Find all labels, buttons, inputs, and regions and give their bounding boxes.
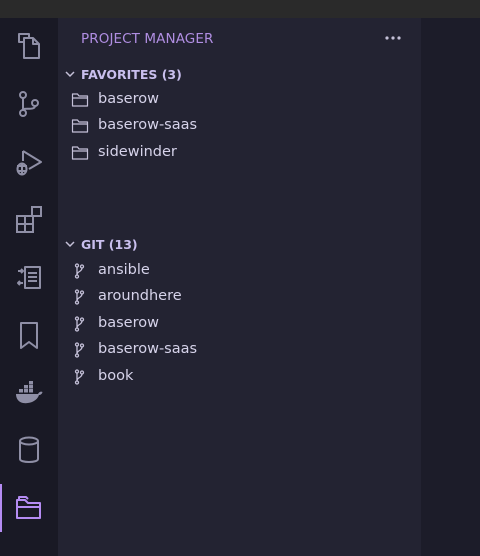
list-item-label: baserow <box>98 315 159 331</box>
run-debug-icon[interactable] <box>0 138 58 186</box>
title-bar <box>0 0 480 18</box>
activity-bar <box>0 18 58 556</box>
chevron-down-icon <box>65 241 75 248</box>
list-item[interactable]: baserow <box>58 87 421 113</box>
list-item-label: ansible <box>98 262 150 278</box>
list-item[interactable]: baserow <box>58 311 421 337</box>
section-favorites-header[interactable]: FAVORITES (3) <box>58 63 421 85</box>
bookmarks-icon[interactable] <box>0 311 58 359</box>
list-item[interactable]: baserow-saas <box>58 113 421 139</box>
sidebar-title: PROJECT MANAGER <box>81 31 214 47</box>
extensions-icon[interactable] <box>0 195 58 243</box>
list-item-label: baserow <box>98 91 159 107</box>
git-branch-icon <box>74 289 85 305</box>
list-item-label: baserow-saas <box>98 341 198 357</box>
list-item[interactable]: baserow-saas <box>58 337 421 363</box>
editor-area <box>421 18 480 556</box>
section-git-header[interactable]: GIT (13) <box>58 233 421 255</box>
chevron-down-icon <box>65 71 75 78</box>
list-item-label: aroundhere <box>98 288 182 304</box>
section-git-label: GIT (13) <box>81 236 138 252</box>
folder-icon <box>71 119 89 133</box>
folder-icon <box>71 146 89 160</box>
ellipsis-icon[interactable] <box>382 27 404 49</box>
list-item[interactable]: sidewinder <box>58 140 421 166</box>
project-manager-icon[interactable] <box>0 484 58 532</box>
project-manager-sidebar: PROJECT MANAGER FAVORITES (3) baserow ba… <box>58 18 421 556</box>
explorer-icon[interactable] <box>0 22 58 70</box>
list-item-label: baserow-saas <box>98 117 198 133</box>
section-favorites-label: FAVORITES (3) <box>81 66 182 82</box>
database-icon[interactable] <box>0 426 58 474</box>
docker-icon[interactable] <box>0 368 58 416</box>
list-item[interactable]: aroundhere <box>58 284 421 310</box>
list-item-label: book <box>98 368 134 384</box>
git-branch-icon <box>74 342 85 358</box>
folder-icon <box>71 93 89 107</box>
list-item[interactable]: ansible <box>58 258 421 284</box>
source-control-icon[interactable] <box>0 80 58 128</box>
git-branch-icon <box>74 369 85 385</box>
list-item[interactable]: book <box>58 364 421 390</box>
remote-explorer-icon[interactable] <box>0 253 58 301</box>
list-item-label: sidewinder <box>98 144 177 160</box>
git-branch-icon <box>74 316 85 332</box>
git-branch-icon <box>74 263 85 279</box>
